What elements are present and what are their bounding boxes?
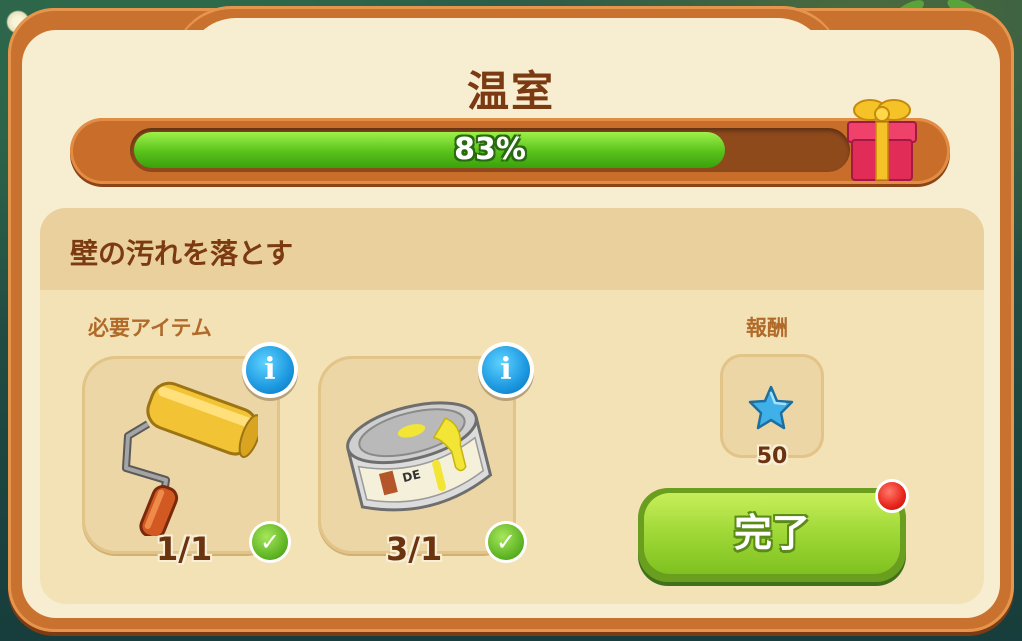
gift-box-icon[interactable]: [844, 92, 920, 184]
item-count: 1/1: [156, 530, 213, 568]
progress-bar: 83%: [130, 128, 850, 172]
info-button[interactable]: i: [482, 346, 530, 394]
task-title: 壁の汚れを落とす: [70, 237, 294, 270]
complete-button-label: 完了: [644, 493, 900, 574]
item-count: 3/1: [386, 530, 443, 568]
checkmark-icon: ✓: [488, 524, 524, 560]
blue-star-icon: [748, 385, 794, 430]
paint-can-icon: DE: [346, 401, 493, 512]
reward-card: [720, 354, 824, 458]
progress-percent-label: 83%: [454, 132, 526, 167]
checkmark-icon: ✓: [252, 524, 288, 560]
notification-dot: [878, 482, 906, 510]
reward-amount: 50: [756, 444, 788, 469]
required-items-label: 必要アイテム: [88, 316, 212, 340]
complete-button[interactable]: 完了: [638, 488, 906, 582]
reward-label: 報酬: [746, 316, 788, 340]
required-item-card[interactable]: DE: [318, 356, 516, 554]
info-button[interactable]: i: [246, 346, 294, 394]
paint-roller-icon: [122, 381, 258, 536]
required-item-card[interactable]: [82, 356, 280, 554]
